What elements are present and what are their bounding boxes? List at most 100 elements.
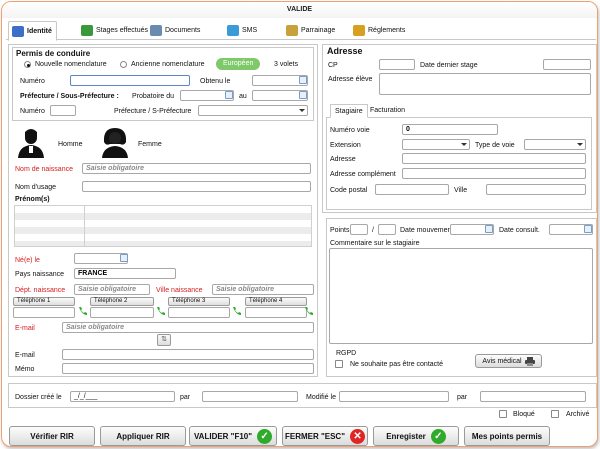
code-postal-input[interactable] xyxy=(375,184,449,195)
par2-label: par xyxy=(457,394,468,401)
email-label: E-mail xyxy=(15,325,35,332)
mes-points-label: Mes points permis xyxy=(471,431,543,441)
commentaire-textarea[interactable] xyxy=(329,248,593,344)
verifier-rir-label: Vérifier RIR xyxy=(30,431,74,441)
extension-label: Extension xyxy=(330,142,361,149)
phone-icon[interactable] xyxy=(78,306,88,316)
enregistrer-button[interactable]: Enregister ✓ xyxy=(373,426,459,446)
cp-input[interactable] xyxy=(379,59,415,70)
male-avatar-icon[interactable] xyxy=(16,126,46,158)
dept-naissance-input[interactable]: Saisie obligatoire xyxy=(74,284,150,295)
calendar-icon[interactable] xyxy=(225,91,233,99)
no-contact-checkbox[interactable] xyxy=(335,360,343,368)
archive-checkbox[interactable] xyxy=(551,410,559,418)
avis-medical-button[interactable]: Avis médical xyxy=(475,354,542,368)
dernier-stage-input[interactable] xyxy=(543,59,591,70)
appliquer-rir-button[interactable]: Appliquer RIR xyxy=(100,426,186,446)
verifier-rir-button[interactable]: Vérifier RIR xyxy=(9,426,95,446)
female-avatar-icon[interactable] xyxy=(98,126,132,158)
calendar-icon[interactable] xyxy=(299,76,307,84)
memo-input[interactable] xyxy=(62,363,314,374)
extension-select[interactable] xyxy=(402,139,470,150)
calendar-icon[interactable] xyxy=(485,225,493,233)
au-label: au xyxy=(239,93,247,100)
adresse-eleve-input[interactable] xyxy=(379,73,591,95)
calendar-icon[interactable] xyxy=(299,91,307,99)
date-consult-label: Date consult. xyxy=(499,227,540,234)
dept-naissance-label: Dépt. naissance xyxy=(15,287,66,294)
telephone-2-button[interactable]: Téléphone 2 xyxy=(90,297,154,306)
tab-stages[interactable]: Stages effectués xyxy=(78,21,152,40)
tab-documents[interactable]: Documents xyxy=(147,21,204,40)
dossier-cree-input[interactable]: _/_/___ xyxy=(70,391,175,402)
bloque-checkbox[interactable] xyxy=(499,410,507,418)
coins-icon xyxy=(353,25,365,36)
tab-parrainage[interactable]: Parrainage xyxy=(283,21,339,40)
fermer-label: FERMER "ESC" xyxy=(284,431,346,441)
fermer-button[interactable]: FERMER "ESC" ✕ xyxy=(282,426,368,446)
tab-reglements[interactable]: Réglements xyxy=(350,21,409,40)
subtab-facturation[interactable]: Facturation xyxy=(366,104,409,118)
radio-old-nomenclature[interactable] xyxy=(120,61,127,68)
cree-par-input[interactable] xyxy=(202,391,298,402)
telephone-1-button[interactable]: Téléphone 1 xyxy=(13,297,75,306)
tab-label: Documents xyxy=(165,27,201,34)
window-title: VALIDE xyxy=(2,2,597,18)
tab-identite[interactable]: Identité xyxy=(8,21,57,41)
modifie-par-input[interactable] xyxy=(480,391,586,402)
rgpd-label: RGPD xyxy=(336,350,357,357)
ne-le-label: Né(e) le xyxy=(15,257,40,264)
enregistrer-label: Enregister xyxy=(386,431,426,441)
calendar-icon[interactable] xyxy=(120,254,128,262)
prefecture-numero-input[interactable] xyxy=(50,105,76,116)
telephone-2-input[interactable] xyxy=(90,307,154,318)
email2-input[interactable] xyxy=(62,349,314,360)
numero2-label: Numéro xyxy=(20,108,45,115)
femme-label: Femme xyxy=(138,141,162,148)
adresse-title: Adresse xyxy=(327,46,363,56)
telephone-1-input[interactable] xyxy=(13,307,75,318)
ville-naissance-input[interactable]: Saisie obligatoire xyxy=(212,284,314,295)
radio-new-nomenclature[interactable] xyxy=(24,61,31,68)
phone-icon[interactable] xyxy=(304,306,314,316)
nom-usage-input[interactable] xyxy=(82,181,311,192)
ville-label: Ville xyxy=(454,187,468,194)
email-input[interactable]: Saisie obligatoire xyxy=(62,322,314,333)
tab-sms[interactable]: SMS xyxy=(224,21,261,40)
adresse-complement-input[interactable] xyxy=(402,168,586,179)
nom-naissance-input[interactable]: Saisie obligatoire xyxy=(82,163,311,174)
ville-naissance-label: Ville naissance xyxy=(156,287,203,294)
mes-points-permis-button[interactable]: Mes points permis xyxy=(464,426,550,446)
ville-input[interactable] xyxy=(486,184,586,195)
radio-old-label: Ancienne nomenclature xyxy=(131,61,205,68)
telephone-4-input[interactable] xyxy=(245,307,307,318)
date-mouvement-label: Date mouvement xyxy=(400,227,454,234)
numero-voie-input[interactable]: 0 xyxy=(402,124,498,135)
valider-button[interactable]: VALIDER "F10" ✓ xyxy=(189,426,277,446)
adresse-input[interactable] xyxy=(402,153,586,164)
calendar-icon[interactable] xyxy=(584,225,592,233)
points-input[interactable] xyxy=(350,224,368,235)
swap-email-button[interactable]: ⇅ xyxy=(157,334,171,346)
grid-divider xyxy=(84,205,85,247)
prenoms-grid[interactable] xyxy=(14,205,312,247)
telephone-3-input[interactable] xyxy=(168,307,230,318)
adresse-eleve-label: Adresse élève xyxy=(328,76,373,83)
telephone-4-button[interactable]: Téléphone 4 xyxy=(245,297,307,306)
permis-numero-input[interactable] xyxy=(70,75,190,86)
europeen-toggle[interactable]: Européen xyxy=(216,58,261,70)
tab-label: Identité xyxy=(27,27,52,35)
phone-icon[interactable] xyxy=(232,306,242,316)
type-voie-select[interactable] xyxy=(524,139,586,150)
subtab-stagiaire[interactable]: Stagiaire xyxy=(330,104,368,118)
code-postal-label: Code postal xyxy=(330,187,368,194)
archive-label: Archivé xyxy=(566,411,590,418)
points-total-input[interactable] xyxy=(378,224,396,235)
pays-naissance-input[interactable]: FRANCE xyxy=(74,268,176,279)
telephone-3-button[interactable]: Téléphone 3 xyxy=(168,297,230,306)
modifie-input[interactable] xyxy=(339,391,449,402)
prefecture-select[interactable] xyxy=(198,105,308,116)
tab-bar: Identité Stages effectués Documents SMS … xyxy=(6,21,596,41)
chevron-down-icon xyxy=(461,143,467,146)
phone-icon[interactable] xyxy=(156,306,166,316)
